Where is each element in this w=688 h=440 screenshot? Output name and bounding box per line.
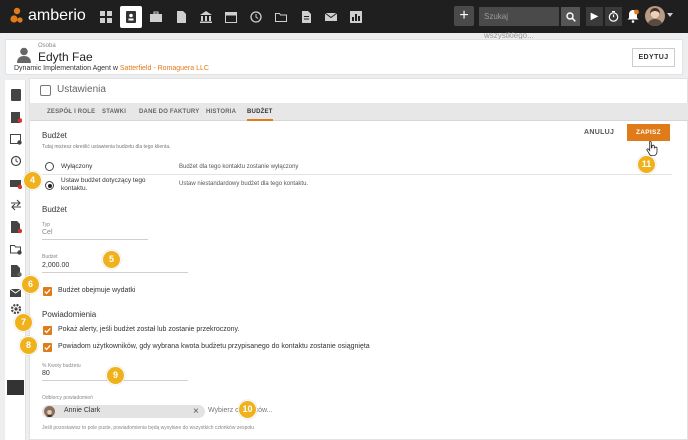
contact-name: Edyth Fae [38, 50, 93, 64]
entity-type-label: Osoba [38, 43, 56, 49]
budget-section-description: Tutaj możesz określić ustawienia budżetu… [42, 144, 171, 150]
sidebar-item-settings-active [7, 380, 24, 395]
tab-team-roles[interactable]: ZESPÓŁ I ROLE [47, 103, 95, 121]
file-icon[interactable] [10, 264, 22, 277]
amount-field-label: Budżet [42, 254, 58, 260]
notify-users-checkbox-label: Powiadom użytkowników, gdy wybrana kwota… [58, 343, 370, 350]
recipients-field-label: Odbiorcy powiadomień [42, 395, 93, 401]
radio-custom-selected[interactable] [45, 181, 54, 190]
expenses-checkbox-label: Budżet obejmuje wydatki [58, 287, 136, 294]
contact-header: Osoba Edyth Fae Dynamic Implementation A… [5, 39, 683, 75]
step-badge-5: 5 [102, 250, 121, 269]
step-badge-9: 9 [106, 366, 125, 385]
option-label: Wyłączony [61, 163, 93, 170]
tab-history[interactable]: HISTORIA [206, 103, 236, 121]
settings-panel: Ustawienia ZESPÓŁ I ROLE STAWKI DANE DO … [29, 78, 688, 440]
invoice-icon[interactable] [10, 220, 23, 234]
calendar-icon[interactable] [220, 6, 242, 28]
briefcase-icon[interactable] [145, 6, 167, 28]
briefcase-icon[interactable] [10, 176, 23, 190]
edit-button[interactable]: EDYTUJ [632, 48, 675, 67]
amount-field-underline [42, 272, 188, 273]
recipient-name: Annie Clark [64, 407, 101, 414]
contacts-icon[interactable] [120, 6, 142, 28]
amberio-logo-icon [10, 7, 23, 23]
radio-disabled[interactable] [45, 162, 54, 171]
transfer-icon[interactable] [10, 198, 22, 211]
contact-role: Dynamic Implementation Agent w Satterfie… [14, 65, 209, 72]
step-badge-4: 4 [23, 171, 42, 190]
calendar-icon[interactable] [10, 132, 22, 145]
main-nav [95, 6, 370, 28]
page-title: Ustawienia [57, 84, 106, 95]
person-icon [17, 47, 31, 63]
type-field-label: Typ [42, 222, 51, 228]
folder-icon[interactable] [10, 242, 22, 255]
notifications-section-title: Powiadomienia [42, 310, 97, 319]
recipients-hint: Jeśli pozostawisz to pole puste, powiado… [42, 425, 255, 431]
step-badge-10: 10 [238, 400, 257, 419]
chart-icon[interactable] [345, 6, 367, 28]
app-logo[interactable]: amberio [10, 7, 86, 25]
option-description: Ustaw niestandardowy budżet dla tego kon… [179, 181, 309, 187]
top-bar: amberio + Szukaj wszystkiego... ▶ [0, 0, 688, 40]
cancel-button[interactable]: ANULUJ [584, 129, 614, 136]
percent-input[interactable]: 80 [42, 370, 50, 377]
save-button[interactable]: ZAPISZ [627, 124, 670, 141]
mail-icon[interactable] [320, 6, 342, 28]
recipient-chip[interactable]: Annie Clark × [42, 405, 205, 418]
expenses-checkbox[interactable] [43, 287, 52, 296]
user-avatar[interactable] [645, 6, 665, 26]
avatar [44, 406, 55, 417]
alert-checkbox[interactable] [43, 326, 52, 335]
stopwatch-icon[interactable] [605, 7, 622, 26]
type-field[interactable]: Cel [42, 229, 53, 236]
budget-amount-input[interactable]: 2,000.00 [42, 262, 69, 269]
bank-icon[interactable] [195, 6, 217, 28]
chevron-down-icon[interactable] [667, 13, 673, 17]
dashboard-icon[interactable] [95, 6, 117, 28]
brand-name: amberio [28, 7, 86, 24]
step-badge-11: 11 [637, 155, 656, 174]
budget-subsection-title: Budżet [42, 205, 67, 214]
mail-icon[interactable] [9, 286, 22, 298]
search-input[interactable]: Szukaj wszystkiego... [479, 7, 559, 40]
gear-icon[interactable] [10, 302, 22, 315]
role-text: Dynamic Implementation Agent w [14, 65, 120, 72]
step-badge-7: 7 [14, 313, 33, 332]
file-icon[interactable] [295, 6, 317, 28]
budget-section-title: Budżet [42, 131, 67, 140]
tab-invoice-data[interactable]: DANE DO FAKTURY [139, 103, 199, 121]
percent-field-label: % Kwoty budżetu [42, 363, 81, 369]
budget-option-disabled[interactable]: Wyłączony Budżet dla tego kontaktu zosta… [42, 159, 672, 175]
clipboard-check-icon[interactable] [10, 110, 23, 123]
option-description: Budżet dla tego kontaktu zostanie wyłącz… [179, 164, 299, 170]
settings-tabs: ZESPÓŁ I ROLE STAWKI DANE DO FAKTURY HIS… [30, 103, 688, 121]
gear-icon [40, 85, 51, 96]
type-field-underline [42, 239, 148, 240]
company-link[interactable]: Satterfield - Romaguera LLC [120, 65, 209, 72]
notebook-icon[interactable] [10, 88, 22, 101]
step-badge-6: 6 [21, 275, 40, 294]
tab-rates[interactable]: STAWKI [102, 103, 126, 121]
bell-icon[interactable] [627, 9, 639, 23]
play-icon[interactable]: ▶ [586, 7, 603, 26]
step-badge-8: 8 [19, 336, 38, 355]
close-icon[interactable]: × [193, 405, 199, 418]
settings-header: Ustawienia [30, 79, 688, 101]
document-icon[interactable] [170, 6, 192, 28]
option-label: Ustaw budżet dotyczący tego kontaktu. [61, 177, 146, 192]
history-icon[interactable] [245, 6, 267, 28]
add-new-button[interactable]: + [454, 6, 474, 26]
history-icon[interactable] [10, 154, 22, 167]
alert-checkbox-label: Pokaż alerty, jeśli budżet został lub zo… [58, 326, 240, 333]
folder-icon[interactable] [270, 6, 292, 28]
contact-sidebar [5, 80, 26, 440]
notify-users-checkbox[interactable] [43, 343, 52, 352]
budget-option-custom[interactable]: Ustaw budżet dotyczący tego kontaktu. Us… [42, 175, 672, 196]
hand-cursor-icon [646, 141, 658, 156]
search-icon[interactable] [561, 7, 580, 26]
tab-budget[interactable]: BUDŻET [247, 103, 273, 121]
